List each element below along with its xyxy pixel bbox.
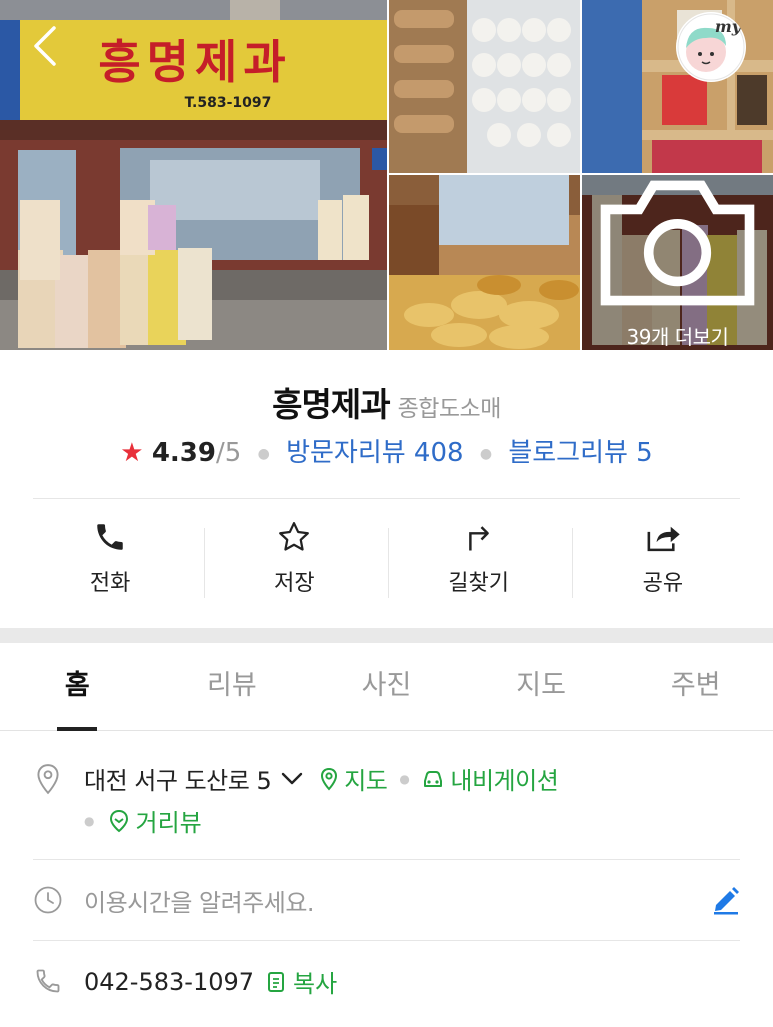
copy-label: 복사	[293, 970, 338, 998]
navigation-link[interactable]: 내비게이션	[421, 761, 559, 796]
copy-button[interactable]: 복사	[266, 964, 337, 999]
action-separator	[572, 528, 573, 598]
place-name: 흥명제과	[272, 385, 390, 424]
pencil-icon	[714, 887, 739, 915]
edit-hours-button[interactable]	[710, 885, 742, 915]
tab-reviews[interactable]: 리뷰	[155, 645, 310, 730]
address-row: 대전 서구 도산로 5 지도 ● 내비게이션	[84, 761, 559, 796]
my-profile-button[interactable]: my	[676, 12, 746, 82]
separator-dot: ●	[257, 445, 270, 462]
avatar-icon: my	[677, 13, 745, 81]
photo-snack-bags-image	[389, 0, 580, 173]
clock-icon	[33, 884, 63, 916]
divider	[33, 940, 740, 941]
share-icon	[645, 515, 681, 559]
car-icon	[424, 770, 443, 787]
save-label: 저장	[274, 571, 315, 596]
address-text[interactable]: 대전 서구 도산로 5	[84, 761, 272, 796]
chevron-down-icon[interactable]	[281, 772, 303, 786]
separator-dot: ●	[479, 445, 493, 462]
share-button[interactable]: 공유	[571, 515, 755, 610]
section-gap	[0, 628, 773, 643]
map-link[interactable]: 지도	[319, 761, 388, 796]
place-title-row: 흥명제과 종합도소매	[0, 378, 773, 426]
tab-home[interactable]: 홈	[0, 645, 155, 730]
phone-row: 042-583-1097 복사	[84, 964, 337, 999]
map-link-label: 지도	[344, 767, 388, 795]
map-pin-icon	[321, 767, 338, 790]
street-view-icon	[110, 809, 129, 832]
separator-dot: ●	[399, 771, 410, 786]
photo-shelves[interactable]	[582, 0, 773, 173]
tab-map[interactable]: 지도	[464, 645, 619, 730]
photo-store-interior-image	[389, 175, 580, 350]
phone-icon	[93, 515, 127, 559]
hours-placeholder[interactable]: 이용시간을 알려주세요.	[84, 883, 315, 918]
star-outline-icon	[276, 515, 312, 559]
phone-outline-icon	[33, 965, 63, 997]
more-photos-overlay[interactable]: 39개 더보기	[582, 175, 773, 350]
phone-number[interactable]: 042-583-1097	[84, 968, 254, 996]
directions-icon	[464, 515, 494, 559]
action-bar: 전화 저장 길찾기 공유	[18, 515, 755, 610]
photo-store-interior[interactable]	[389, 175, 580, 350]
action-separator	[204, 528, 205, 598]
photo-snack-bags[interactable]	[389, 0, 580, 173]
visitor-reviews-link[interactable]: 방문자리뷰 408	[286, 438, 464, 468]
photo-shelves-image	[582, 0, 773, 173]
save-button[interactable]: 저장	[202, 515, 386, 610]
location-pin-icon	[33, 763, 63, 795]
chevron-left-icon	[34, 26, 56, 66]
tab-photos[interactable]: 사진	[309, 645, 464, 730]
address-row-2: ● 거리뷰	[84, 803, 202, 838]
camera-icon	[600, 180, 755, 306]
separator-dot: ●	[84, 813, 95, 828]
share-label: 공유	[642, 571, 684, 596]
directions-button[interactable]: 길찾기	[387, 515, 571, 610]
place-category: 종합도소매	[397, 396, 502, 422]
rating-row: ★ 4.39/5 ● 방문자리뷰 408 ● 블로그리뷰 5	[0, 432, 773, 469]
directions-label: 길찾기	[448, 571, 509, 596]
call-button[interactable]: 전화	[18, 515, 202, 610]
call-label: 전화	[89, 571, 131, 596]
copy-icon	[268, 971, 285, 992]
rating-max: /5	[216, 438, 242, 468]
tab-bar: 홈 리뷰 사진 지도 주변	[0, 645, 773, 731]
divider	[33, 498, 740, 499]
photo-more[interactable]: 39개 더보기	[582, 175, 773, 350]
store-sign-phone: T.583-1097	[185, 95, 272, 111]
street-view-link[interactable]: 거리뷰	[108, 803, 202, 838]
back-button[interactable]	[28, 22, 64, 70]
more-photos-label: 39개 더보기	[626, 325, 729, 349]
navigation-link-label: 내비게이션	[450, 767, 559, 795]
tab-nearby[interactable]: 주변	[618, 645, 773, 730]
star-icon: ★	[120, 438, 144, 468]
blog-reviews-link[interactable]: 블로그리뷰 5	[508, 438, 652, 468]
street-view-label: 거리뷰	[135, 809, 202, 837]
rating-score: 4.39	[151, 438, 216, 468]
photo-gallery: 흥명제과 T.583-1097 39개 더보기	[0, 0, 773, 350]
divider	[33, 859, 740, 860]
store-sign-text: 흥명제과	[98, 35, 291, 89]
action-separator	[388, 528, 389, 598]
